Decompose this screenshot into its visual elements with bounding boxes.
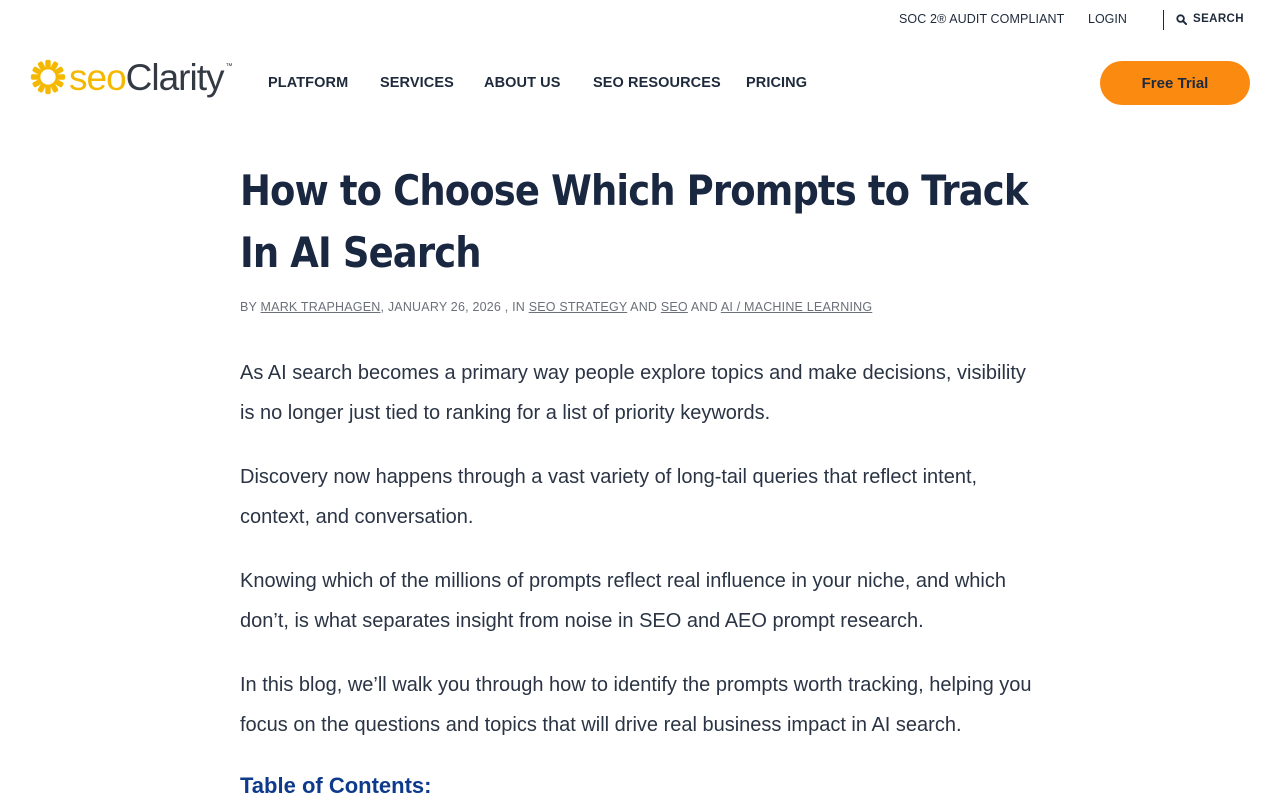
toc-heading: Table of Contents: <box>240 773 432 798</box>
nav-services[interactable]: SERVICES <box>380 75 454 91</box>
article-paragraph: In this blog, we’ll walk you through how… <box>240 674 1032 736</box>
category-link-seo[interactable]: SEO <box>661 300 688 314</box>
logo-trademark: ™ <box>225 62 233 70</box>
search-label: SEARCH <box>1193 13 1244 25</box>
utility-divider <box>1163 10 1164 30</box>
logo-clarity-text: Clarity <box>125 56 225 98</box>
search-icon <box>1176 13 1187 25</box>
author-link[interactable]: MARK TRAPHAGEN <box>261 300 381 314</box>
soc-compliance-link[interactable]: SOC 2® AUDIT COMPLIANT <box>899 12 1064 26</box>
nav-pricing[interactable]: PRICING <box>746 75 807 91</box>
nav-platform[interactable]: PLATFORM <box>268 75 348 91</box>
site-logo[interactable]: seo Clarity ™ <box>30 56 233 98</box>
article-paragraph: As AI search becomes a primary way peopl… <box>240 362 1026 424</box>
category-link-seo-strategy[interactable]: SEO STRATEGY <box>529 300 628 314</box>
byline-and: AND <box>630 300 658 314</box>
logo-wordmark: seo Clarity ™ <box>69 59 233 96</box>
sun-logo-icon <box>30 59 66 95</box>
nav-about-us[interactable]: ABOUT US <box>484 75 561 91</box>
free-trial-button[interactable]: Free Trial <box>1100 61 1250 105</box>
byline-date: , JANUARY 26, 2026 , IN <box>380 300 525 314</box>
article-byline: BY MARK TRAPHAGEN, JANUARY 26, 2026 , IN… <box>240 300 872 314</box>
utility-bar: SOC 2® AUDIT COMPLIANT LOGIN SEARCH <box>0 0 1280 40</box>
logo-seo-text: seo <box>69 56 127 98</box>
search-toggle[interactable]: SEARCH <box>1176 13 1244 25</box>
article-title: How to Choose Which Prompts to Track In … <box>240 166 1028 277</box>
login-link[interactable]: LOGIN <box>1088 12 1127 26</box>
nav-seo-resources[interactable]: SEO RESOURCES <box>593 75 721 91</box>
article-paragraph: Discovery now happens through a vast var… <box>240 466 978 528</box>
article: How to Choose Which Prompts to Track In … <box>240 160 1040 798</box>
article-paragraph: Knowing which of the millions of prompts… <box>240 570 1006 632</box>
category-link-ai-ml[interactable]: AI / MACHINE LEARNING <box>721 300 872 314</box>
byline-and: AND <box>690 300 718 314</box>
byline-by: BY <box>240 300 257 314</box>
